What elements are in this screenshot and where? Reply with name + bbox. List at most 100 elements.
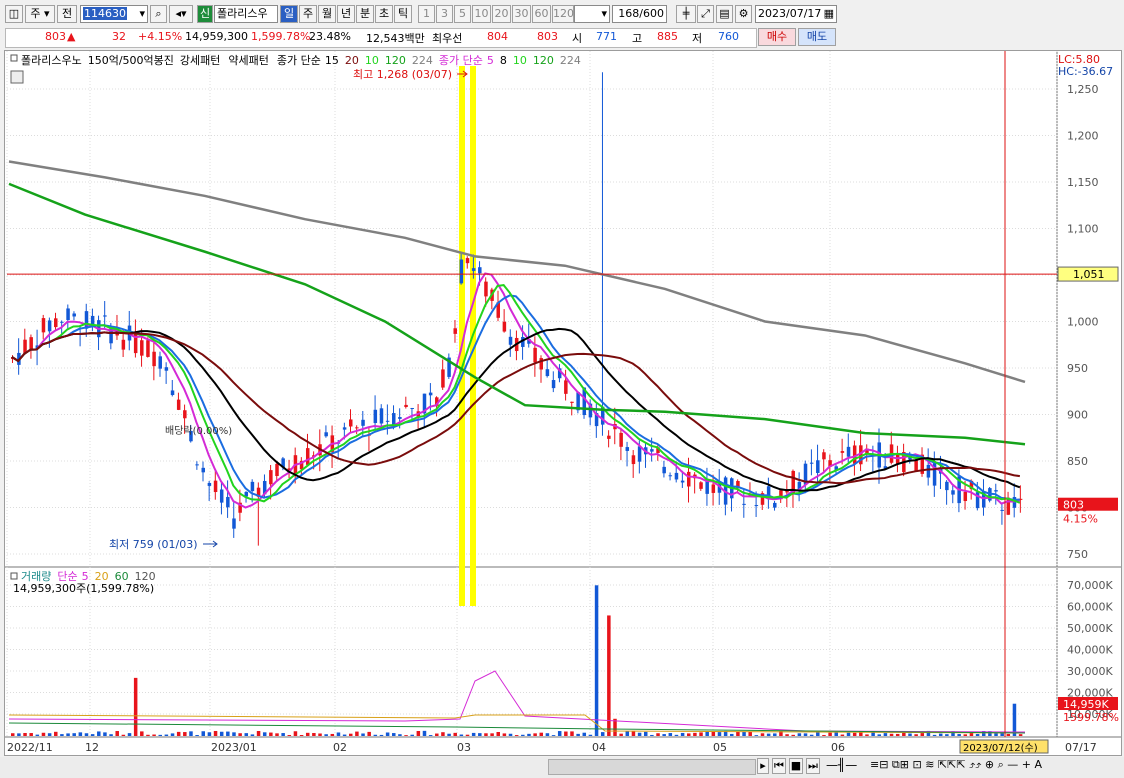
search-icon[interactable]: ⌕: [150, 5, 167, 23]
interval-button[interactable]: 10: [472, 5, 491, 23]
prev-button[interactable]: 전: [57, 5, 77, 23]
candle-body: [459, 259, 464, 284]
volume-tick-label: 30,000K: [1067, 665, 1113, 678]
quote-turnover: 23.48%: [309, 30, 351, 43]
interval-button[interactable]: 120: [552, 5, 574, 23]
candle-body: [662, 466, 666, 474]
candle-body: [637, 446, 642, 462]
candle-body: [355, 427, 359, 429]
volume-bar: [29, 733, 33, 736]
volume-bar: [557, 731, 562, 736]
candle-body: [103, 315, 107, 317]
volume-bar: [385, 732, 390, 736]
volume-bar: [121, 734, 126, 736]
market-select-label: 주: [30, 7, 41, 20]
forward-icon[interactable]: ⏭: [806, 758, 820, 774]
rewind-icon[interactable]: ⏮: [772, 758, 786, 774]
candle-body: [471, 268, 476, 271]
interval-button[interactable]: 1: [418, 5, 435, 23]
candle-body: [84, 311, 89, 329]
volume-bar: [545, 733, 550, 736]
volume-bar: [1018, 734, 1023, 736]
legend-ma-period: 8: [500, 54, 507, 67]
price-tick-label: 750: [1067, 548, 1088, 561]
zoom-slider[interactable]: —╢—: [826, 758, 857, 772]
legend-toggle-icon: [10, 572, 18, 580]
candle-body: [564, 380, 568, 394]
interval-custom-select[interactable]: ▾: [574, 5, 610, 23]
stock-name-field[interactable]: 폴라리스우: [214, 5, 278, 23]
volume-bar: [938, 733, 943, 736]
buy-button[interactable]: 매수: [758, 28, 796, 46]
date-tick-label: 12: [85, 741, 99, 754]
volume-bar: [373, 734, 378, 736]
period-button[interactable]: 틱: [394, 5, 412, 23]
volume-bar: [840, 734, 845, 736]
candle-body: [840, 451, 845, 453]
volume-bar: [115, 731, 119, 736]
volume-bar: [1012, 703, 1017, 736]
market-select[interactable]: 주 ▾: [25, 5, 55, 23]
interval-button[interactable]: 20: [492, 5, 511, 23]
max-annotation: 최고 1,268 (03/07): [353, 68, 452, 81]
chart-canvas[interactable]: 1,2501,2001,1501,1001,0501,0009509008508…: [5, 51, 1121, 755]
legend-pattern: 강세패턴: [180, 54, 220, 67]
volume-bar: [447, 733, 451, 736]
date-field[interactable]: 2023/07/17 ▦: [755, 5, 837, 23]
volume-bar: [576, 733, 580, 736]
volume-bar: [422, 730, 427, 736]
period-button[interactable]: 분: [356, 5, 374, 23]
candle-body: [441, 369, 445, 388]
volume-bar: [736, 731, 740, 736]
interval-button[interactable]: 5: [454, 5, 471, 23]
candle-body: [773, 502, 777, 508]
period-button[interactable]: 년: [337, 5, 355, 23]
period-button[interactable]: 초: [375, 5, 393, 23]
volume-bar: [742, 731, 746, 736]
horizontal-scrollbar[interactable]: [548, 759, 756, 775]
period-button[interactable]: 월: [318, 5, 336, 23]
volume-bar: [514, 735, 519, 736]
count-field[interactable]: 168/600: [612, 5, 667, 23]
interval-button[interactable]: 60: [532, 5, 551, 23]
candle-body: [195, 464, 199, 466]
volume-bar: [471, 732, 476, 736]
scroll-right-icon[interactable]: ▸: [757, 758, 769, 774]
candle-body: [785, 491, 789, 493]
volume-bar: [459, 734, 464, 736]
candle-body: [428, 392, 433, 396]
legend-ma-period: 224: [412, 54, 433, 67]
candle-type-icon[interactable]: ╪: [676, 5, 696, 23]
new-badge[interactable]: 신: [197, 5, 213, 23]
volume-bar: [379, 734, 384, 736]
draw-tool-icon[interactable]: ⤢: [697, 5, 714, 23]
volume-bar: [594, 585, 599, 736]
tool-icons[interactable]: ≡⊟ ⧉⊞ ⊡ ≋ ⇱⇱⇱ ⤴⤴ ⊕ ⌕ — + A: [870, 758, 1042, 772]
interval-button[interactable]: 30: [512, 5, 531, 23]
interval-button[interactable]: 3: [436, 5, 453, 23]
candle-body: [324, 432, 328, 437]
last-pct-label: 4.15%: [1063, 513, 1098, 526]
volume-bar: [201, 731, 206, 736]
sell-button[interactable]: 매도: [798, 28, 836, 46]
save-icon[interactable]: ▤: [716, 5, 733, 23]
code-input[interactable]: 114630 ▾: [80, 5, 148, 23]
candle-body: [152, 351, 156, 367]
period-button[interactable]: 주: [299, 5, 317, 23]
volume-bar: [330, 733, 335, 736]
volume-bar: [828, 732, 832, 736]
volume-bar: [183, 732, 187, 736]
volume-bar: [785, 734, 789, 736]
gear-icon[interactable]: ⚙: [735, 5, 752, 23]
volume-bar: [435, 733, 439, 736]
sound-icon[interactable]: ◂▾: [169, 5, 193, 23]
candle-body: [349, 419, 353, 427]
quote-volume-ratio: 1,599.78%: [251, 30, 311, 43]
volume-bar: [35, 734, 40, 736]
stop-icon[interactable]: ■: [789, 758, 803, 774]
window-menu-icon[interactable]: ◫: [5, 5, 23, 23]
date-tick-label: 04: [592, 741, 606, 754]
candle-body: [705, 481, 709, 494]
chart-area[interactable]: 1,2501,2001,1501,1001,0501,0009509008508…: [4, 50, 1122, 756]
period-button[interactable]: 일: [280, 5, 298, 23]
